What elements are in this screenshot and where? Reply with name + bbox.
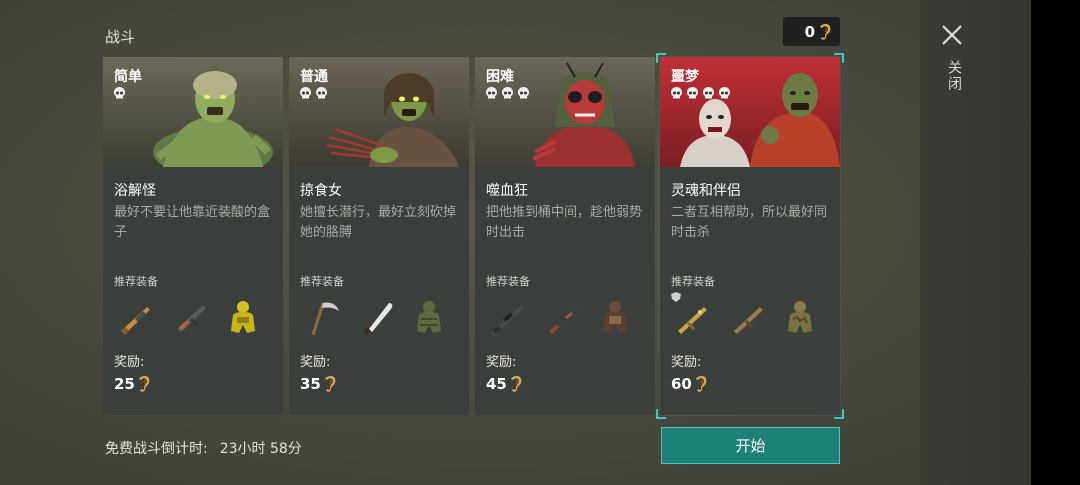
enemy-description: 她擅长潜行，最好立刻砍掉她的胳膊: [300, 205, 457, 240]
camo-armor-icon: [778, 295, 822, 339]
shotgun-icon: [541, 295, 585, 339]
ear-icon: [818, 23, 832, 41]
sniper-rifle-icon: [485, 295, 529, 339]
recommended-gear-label: 推荐装备: [300, 275, 344, 288]
recommended-gear-label: 推荐装备: [671, 275, 715, 288]
selection-corner: [656, 409, 666, 419]
difficulty-label: 困难: [486, 69, 514, 85]
ear-icon: [137, 375, 151, 393]
enemy-description: 把他推到桶中间，趁他弱势时出击: [486, 205, 643, 240]
reward-label: 奖励:: [300, 355, 331, 370]
enemy-description: 二者互相帮助，所以最好同时击杀: [671, 205, 828, 240]
screen-edge: [1031, 0, 1080, 485]
heavy-armor-icon: [593, 295, 637, 339]
ghillie-armor-icon: [407, 295, 451, 339]
start-button[interactable]: 开始: [661, 427, 840, 464]
reward: 60: [671, 375, 708, 393]
shield-icon: [671, 292, 681, 302]
page-title: 战斗: [105, 28, 136, 46]
reward: 25: [114, 375, 151, 393]
reward-label: 奖励:: [671, 355, 702, 370]
scythe-icon: [299, 295, 343, 339]
reward-value: 60: [671, 375, 692, 393]
reward-value: 25: [114, 375, 135, 393]
smg-icon: [726, 295, 770, 339]
mission-card-nightmare[interactable]: 噩梦 灵魂和伴侣 二者互相帮助，所以最好同时击杀 推荐装备 奖励: 60: [656, 53, 844, 419]
machete-icon: [355, 295, 399, 339]
recommended-gear: [103, 293, 283, 341]
difficulty-label: 简单: [114, 69, 142, 85]
enemy-name: 灵魂和伴侣: [671, 183, 741, 199]
skull-rating: [670, 86, 731, 100]
skull-rating: [113, 86, 126, 100]
reward: 45: [486, 375, 523, 393]
selection-corner: [834, 409, 844, 419]
enemy-description: 最好不要让他靠近装酸的盒子: [114, 205, 271, 240]
skull-icon: [687, 87, 698, 99]
selection-corner: [656, 53, 666, 63]
reward-value: 35: [300, 375, 321, 393]
ear-icon: [509, 375, 523, 393]
difficulty-label: 普通: [300, 69, 328, 85]
skull-icon: [486, 87, 497, 99]
hazmat-armor-icon: [221, 295, 265, 339]
currency-value: 0: [804, 22, 815, 41]
enemy-name: 掠食女: [300, 183, 342, 199]
timer-label: 免费战斗倒计时:: [105, 441, 208, 457]
reward-value: 45: [486, 375, 507, 393]
recommended-gear-label: 推荐装备: [486, 275, 530, 288]
skull-icon: [114, 87, 125, 99]
skull-icon: [671, 87, 682, 99]
skull-rating: [485, 86, 530, 100]
skull-rating: [299, 86, 328, 100]
currency-display: 0: [783, 17, 840, 46]
skull-icon: [518, 87, 529, 99]
mission-card-normal[interactable]: 普通 掠食女 她擅长潜行，最好立刻砍掉她的胳膊 推荐装备 奖励: 35: [289, 57, 469, 415]
difficulty-label: 噩梦: [671, 69, 699, 85]
recommended-gear: [660, 292, 840, 341]
skull-icon: [300, 87, 311, 99]
reward-label: 奖励:: [114, 355, 145, 370]
enemy-name: 浴解怪: [114, 183, 156, 199]
recommended-gear-label: 推荐装备: [114, 275, 158, 288]
timer-value: 23小时 58分: [219, 441, 302, 457]
mission-card-easy[interactable]: 简单 浴解怪 最好不要让他靠近装酸的盒子 推荐装备 奖励: 25: [103, 57, 283, 415]
recommended-gear: [475, 293, 655, 341]
recommended-gear: [289, 293, 469, 341]
skull-icon: [719, 87, 730, 99]
ear-icon: [694, 375, 708, 393]
assault-rifle-icon: [169, 295, 213, 339]
free-battle-timer: 免费战斗倒计时: 23小时 58分: [105, 438, 302, 458]
skull-icon: [703, 87, 714, 99]
enemy-name: 噬血狂: [486, 183, 528, 199]
close-icon[interactable]: [941, 24, 963, 46]
ear-icon: [323, 375, 337, 393]
reward-label: 奖励:: [486, 355, 517, 370]
rifle-icon: [113, 295, 157, 339]
selection-corner: [834, 53, 844, 63]
reward: 35: [300, 375, 337, 393]
skull-icon: [316, 87, 327, 99]
skull-icon: [502, 87, 513, 99]
side-panel: [920, 0, 1031, 485]
mission-card-hard[interactable]: 困难 噬血狂 把他推到桶中间，趁他弱势时出击 推荐装备 奖励: 45: [475, 57, 655, 415]
close-label[interactable]: 关闭: [944, 60, 964, 92]
